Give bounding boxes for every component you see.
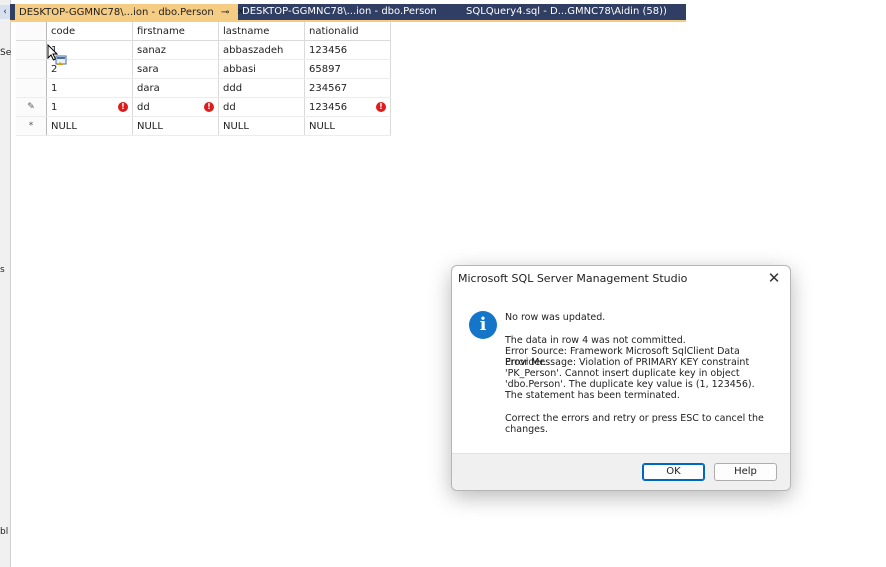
table-row[interactable]: 1 sanaz abbaszadeh 123456 (16, 40, 391, 60)
dialog-heading: No row was updated. (505, 312, 606, 323)
dialog-message-line: 'dbo.Person'. The duplicate key value is… (505, 379, 755, 390)
cell-firstname[interactable]: sanaz (132, 40, 219, 60)
ok-button[interactable]: OK (642, 463, 705, 481)
column-header-lastname[interactable]: lastname (218, 22, 305, 41)
cell-value: dd (137, 101, 150, 113)
cell-firstname[interactable]: dara (132, 78, 219, 98)
cell-lastname[interactable]: abbasi (218, 59, 305, 79)
document-tab-bar: DESKTOP-GGMNC78\...ion - dbo.Person ⊸ ✕ … (10, 4, 686, 21)
row-selector-new-icon[interactable]: * (16, 116, 47, 136)
column-header-firstname[interactable]: firstname (132, 22, 219, 41)
tab-label: SQLQuery4.sql - D...GMNC78\Aidin (58)) (466, 6, 667, 17)
cell-firstname[interactable]: sara (132, 59, 219, 79)
dialog-message-line: 'PK_Person'. Cannot insert duplicate key… (505, 368, 740, 379)
mouse-pointer-icon (47, 44, 67, 65)
column-header-nationalid[interactable]: nationalid (304, 22, 391, 41)
results-grid: code firstname lastname nationalid 1 san… (16, 22, 391, 136)
cell-code[interactable]: NULL (46, 116, 133, 136)
pin-icon[interactable]: ⊸ (221, 5, 229, 21)
cell-value: 123456 (309, 101, 348, 113)
cell-code[interactable]: 1 ! (46, 97, 133, 117)
row-selector-header[interactable] (16, 22, 47, 41)
tab-sql-query[interactable]: SQLQuery4.sql - D...GMNC78\Aidin (58)) (466, 4, 667, 20)
cell-lastname[interactable]: NULL (218, 116, 305, 136)
scroll-tabs-left-icon[interactable]: ‹ (0, 5, 10, 19)
cell-lastname[interactable]: dd (218, 97, 305, 117)
cell-nationalid[interactable]: 65897 (304, 59, 391, 79)
row-selector-pencil-icon[interactable]: ✎ (16, 97, 47, 117)
row-selector[interactable] (16, 59, 47, 79)
tab-label: DESKTOP-GGMNC78\...ion - dbo.Person (242, 6, 437, 17)
cell-firstname[interactable]: dd ! (132, 97, 219, 117)
panel-text-fragment: bl (0, 527, 9, 537)
cell-code[interactable]: 1 (46, 78, 133, 98)
dialog-body: i No row was updated. The data in row 4 … (452, 294, 790, 454)
tab-person-table[interactable]: DESKTOP-GGMNC78\...ion - dbo.Person (242, 4, 437, 20)
dialog-message-line: The statement has been terminated. (505, 390, 680, 401)
error-icon: ! (204, 102, 214, 112)
dialog-instruction-line: Correct the errors and retry or press ES… (505, 413, 764, 424)
error-dialog: Microsoft SQL Server Management Studio ✕… (451, 265, 791, 491)
information-icon: i (469, 311, 497, 339)
help-button[interactable]: Help (714, 463, 777, 481)
dialog-message-line: The data in row 4 was not committed. (505, 335, 686, 346)
grid-header-row: code firstname lastname nationalid (16, 22, 391, 41)
cell-value: dd (223, 101, 236, 113)
table-row[interactable]: 2 sara abbasi 65897 (16, 59, 391, 79)
close-dialog-icon[interactable]: ✕ (766, 269, 782, 287)
object-explorer-edge: ‹ Se s bl (0, 0, 11, 567)
panel-text-fragment: s (0, 265, 5, 275)
table-row[interactable]: 1 dara ddd 234567 (16, 78, 391, 98)
column-header-code[interactable]: code (46, 22, 133, 41)
row-selector[interactable] (16, 78, 47, 98)
tab-person-table-active[interactable]: DESKTOP-GGMNC78\...ion - dbo.Person ⊸ ✕ (15, 4, 245, 21)
cell-lastname[interactable]: ddd (218, 78, 305, 98)
cell-nationalid[interactable]: 123456 ! (304, 97, 391, 117)
cell-nationalid[interactable]: NULL (304, 116, 391, 136)
cell-value: 1 (51, 101, 58, 113)
tab-label: DESKTOP-GGMNC78\...ion - dbo.Person (19, 7, 214, 18)
cell-nationalid[interactable]: 234567 (304, 78, 391, 98)
table-row-new[interactable]: * NULL NULL NULL NULL (16, 116, 391, 136)
dialog-message-line: Error Message: Violation of PRIMARY KEY … (505, 357, 750, 368)
cell-lastname[interactable]: abbaszadeh (218, 40, 305, 60)
row-selector[interactable] (16, 40, 47, 60)
dialog-instruction-line: changes. (505, 424, 548, 435)
dialog-title: Microsoft SQL Server Management Studio (458, 272, 688, 285)
cell-nationalid[interactable]: 123456 (304, 40, 391, 60)
error-icon: ! (118, 102, 128, 112)
panel-text-fragment: Se (0, 48, 12, 58)
error-icon: ! (376, 102, 386, 112)
cell-firstname[interactable]: NULL (132, 116, 219, 136)
dialog-button-bar: OK Help (452, 453, 790, 490)
table-row-editing[interactable]: ✎ 1 ! dd ! dd 123456 ! (16, 97, 391, 117)
